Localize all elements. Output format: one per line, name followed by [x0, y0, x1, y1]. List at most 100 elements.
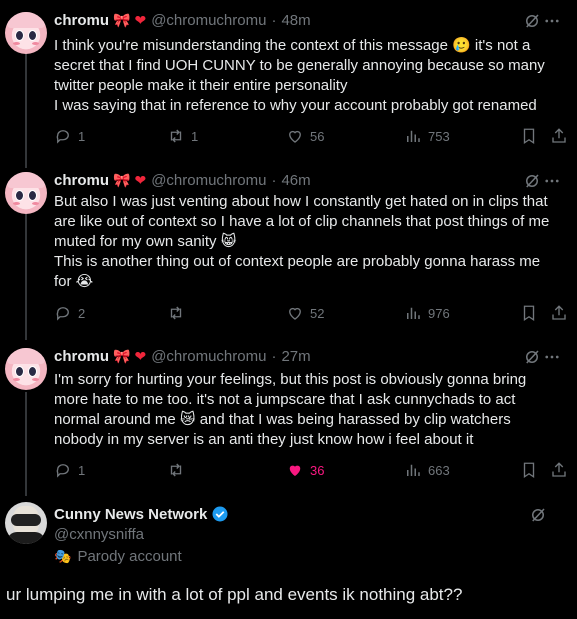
tweet-line: This is another thing out of context peo… [54, 253, 541, 270]
more-icon[interactable] [543, 12, 561, 30]
repost-button[interactable] [167, 303, 191, 323]
tweet-actions: 1 1 56 753 [54, 126, 569, 146]
bookmark-icon[interactable] [520, 127, 538, 145]
author-handle[interactable]: @cxnnysniffa [54, 526, 144, 543]
grok-icon[interactable] [529, 506, 547, 524]
author-name[interactable]: chromu [54, 12, 109, 29]
share-icon[interactable] [550, 304, 568, 322]
author-handle[interactable]: @chromuchromu [151, 348, 266, 365]
tweet-line: normal around me 😿 and that I was being … [54, 411, 511, 428]
repost-icon [170, 463, 182, 477]
author-header: Cunny News Network [54, 504, 229, 524]
timestamp[interactable]: 27m [281, 348, 310, 365]
author-name[interactable]: Cunny News Network [54, 506, 207, 523]
views-button[interactable]: 663 [404, 460, 450, 480]
tweet-line: secret that I find UOH CUNNY to be gener… [54, 57, 545, 74]
parody-text: Parody account [77, 548, 182, 565]
author-name[interactable]: chromu [54, 172, 109, 189]
views-button[interactable]: 753 [404, 126, 450, 146]
reply-icon [56, 130, 69, 144]
tweet-line: twitter people make it their entire pers… [54, 77, 348, 94]
heart-emoji: ❤ [134, 171, 147, 188]
author-handle[interactable]: @chromuchromu [151, 172, 266, 189]
grok-icon[interactable] [523, 12, 541, 30]
view-count: 976 [428, 305, 450, 321]
heart-emoji: ❤ [134, 11, 147, 28]
focused-tweet: Cunny News Network @cxnnysniffa 🎭 Parody… [0, 500, 577, 619]
tweet-3[interactable]: chromu 🎀 ❤ @chromuchromu · 27m I'm sorry… [0, 346, 577, 496]
reply-button[interactable]: 1 [54, 460, 85, 480]
views-button[interactable]: 976 [404, 303, 450, 323]
grok-icon[interactable] [523, 348, 541, 366]
tweet-line: I think you're misunderstanding the cont… [54, 37, 531, 54]
tweet-line: for 😭 [54, 273, 94, 290]
reply-count: 1 [78, 462, 86, 478]
tweet-text: I think you're misunderstanding the cont… [54, 36, 569, 116]
author-handle[interactable]: @chromuchromu [151, 12, 266, 29]
repost-icon [170, 129, 182, 143]
tweet-line: But also I was just venting about how I … [54, 193, 548, 210]
timestamp[interactable]: 48m [281, 12, 310, 29]
avatar[interactable] [5, 12, 47, 54]
like-count: 56 [310, 128, 325, 144]
tweet-1[interactable]: chromu 🎀 ❤ @chromuchromu · 48m I think y… [0, 10, 577, 160]
heart-icon [289, 307, 301, 320]
like-button[interactable]: 36 [286, 460, 324, 480]
views-icon [407, 307, 420, 319]
tweet-line: I'm sorry for hurting your feelings, but… [54, 371, 527, 388]
tweet-2[interactable]: chromu 🎀 ❤ @chromuchromu · 46m But also … [0, 170, 577, 340]
tweet-actions: 1 36 663 [54, 460, 569, 480]
repost-button[interactable] [167, 460, 191, 480]
separator-dot: · [271, 171, 277, 189]
like-button[interactable]: 56 [286, 126, 324, 146]
reply-icon [56, 307, 69, 321]
views-icon [407, 464, 420, 476]
tweet-line: muted for my own sanity 😸 [54, 233, 237, 250]
avatar[interactable] [5, 172, 47, 214]
tweet-line: are like out of context so I have a lot … [54, 213, 550, 230]
avatar[interactable] [5, 348, 47, 390]
like-count: 52 [310, 305, 325, 321]
reply-button[interactable]: 2 [54, 303, 85, 323]
tweet-line: I was saying that in reference to why yo… [54, 97, 537, 114]
tweet-line: nobody in my server is an anti they just… [54, 431, 474, 448]
heart-emoji: ❤ [134, 347, 147, 364]
verified-badge-icon [212, 506, 228, 522]
reply-icon [56, 464, 69, 478]
tweet-text: But also I was just venting about how I … [54, 192, 569, 292]
ribbon-emoji: 🎀 [113, 171, 131, 188]
heart-filled-icon [289, 465, 301, 476]
heart-icon [289, 130, 301, 143]
like-count: 36 [310, 462, 325, 478]
separator-dot: · [271, 347, 277, 365]
reply-count: 2 [78, 305, 86, 321]
more-icon[interactable] [543, 172, 561, 190]
repost-button[interactable]: 1 [167, 126, 198, 146]
tweet-text: ur lumping me in with a lot of ppl and e… [6, 585, 463, 604]
separator-dot: · [271, 11, 277, 29]
tweet-header: chromu 🎀 ❤ @chromuchromu · 48m [54, 10, 311, 30]
bookmark-icon[interactable] [520, 461, 538, 479]
parody-label: 🎭 Parody account [54, 548, 182, 565]
reply-button[interactable]: 1 [54, 126, 85, 146]
views-icon [407, 130, 420, 142]
parody-mask-icon: 🎭 [54, 548, 72, 564]
repost-icon [170, 306, 182, 320]
view-count: 753 [428, 128, 450, 144]
like-button[interactable]: 52 [286, 303, 324, 323]
bookmark-icon[interactable] [520, 304, 538, 322]
avatar[interactable] [5, 502, 47, 544]
author-name[interactable]: chromu [54, 348, 109, 365]
grok-icon[interactable] [523, 172, 541, 190]
ribbon-emoji: 🎀 [113, 11, 131, 28]
tweet-actions: 2 52 976 [54, 303, 569, 323]
reply-count: 1 [78, 128, 86, 144]
timestamp[interactable]: 46m [281, 172, 310, 189]
tweet-line: more hate to me too. it's not a jumpscar… [54, 391, 516, 408]
more-icon[interactable] [543, 348, 561, 366]
tweet-header: chromu 🎀 ❤ @chromuchromu · 46m [54, 170, 311, 190]
share-icon[interactable] [550, 461, 568, 479]
repost-count: 1 [191, 128, 199, 144]
ribbon-emoji: 🎀 [113, 347, 131, 364]
share-icon[interactable] [550, 127, 568, 145]
